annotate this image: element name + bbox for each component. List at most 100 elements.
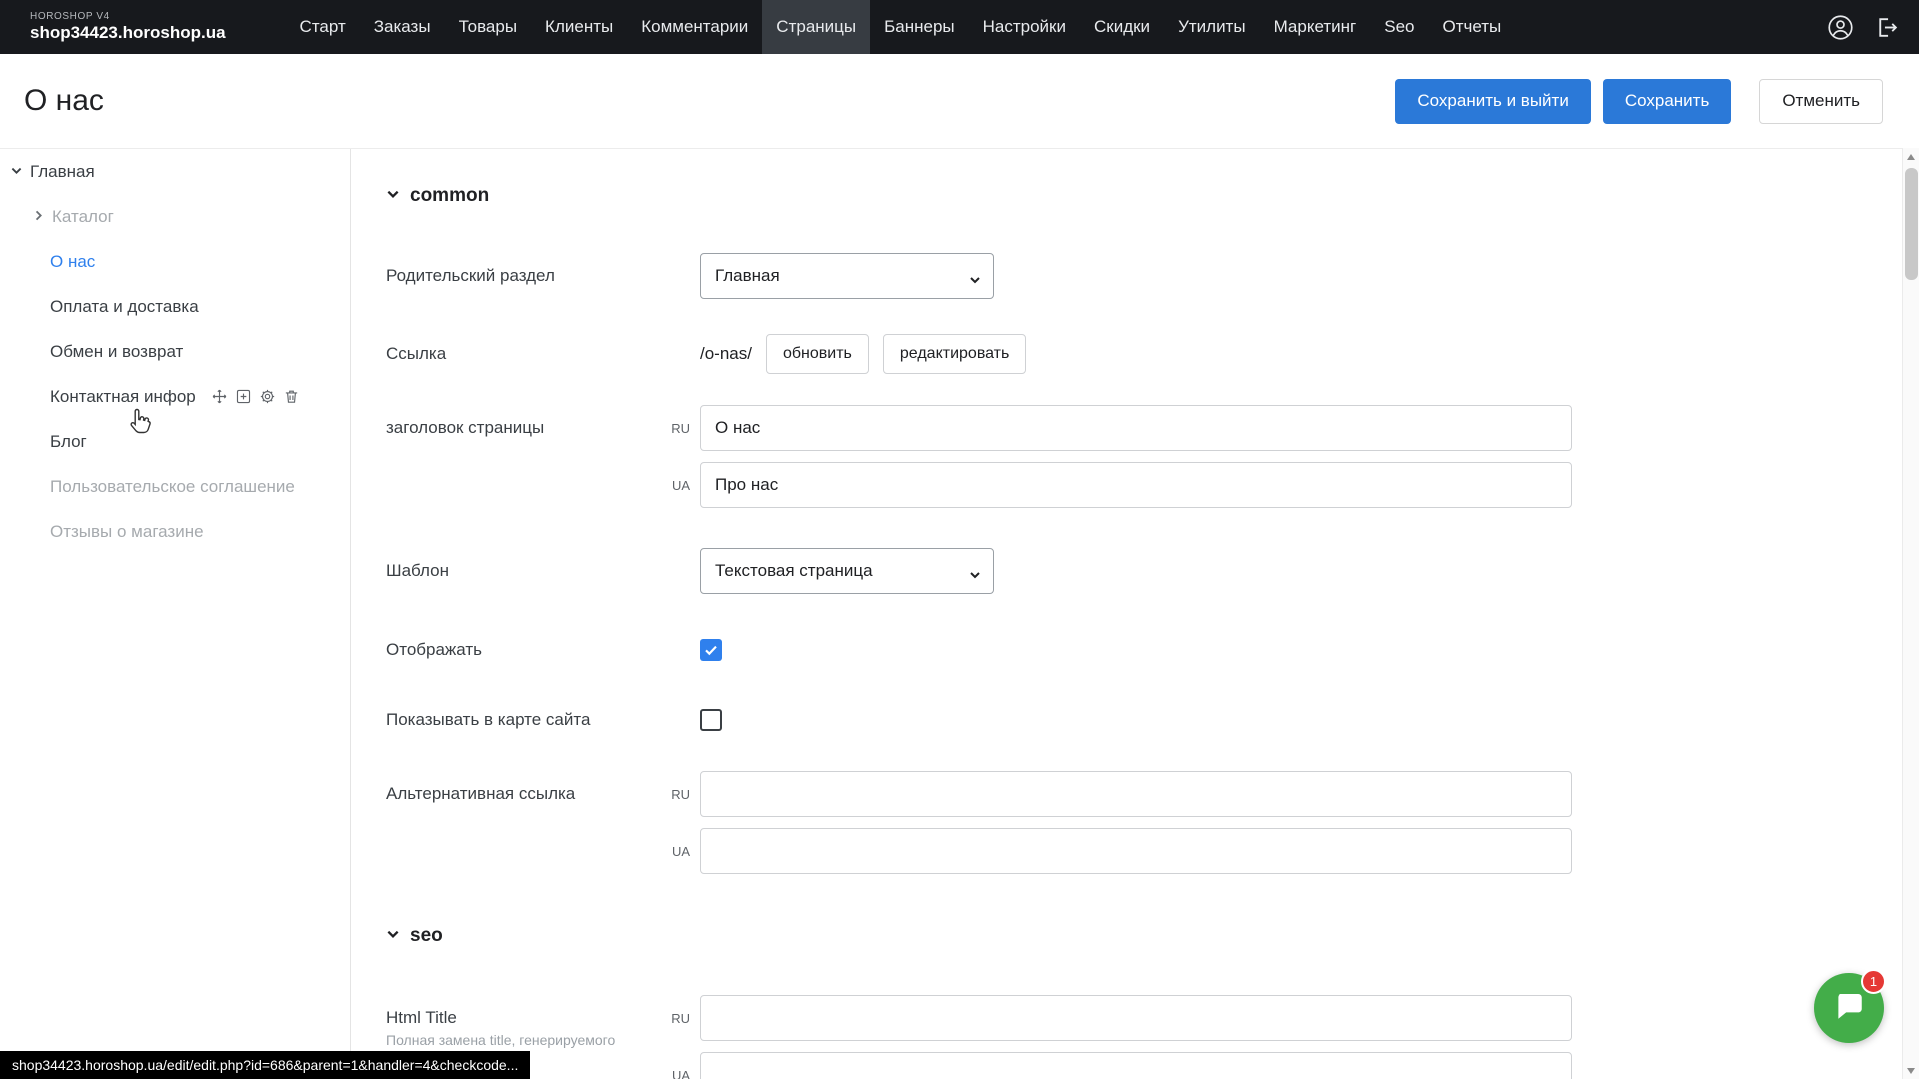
selected-value: Главная — [715, 266, 780, 286]
sidebar-item-label: Отзывы о магазине — [50, 522, 204, 542]
sidebar-item-label: Оплата и доставка — [50, 297, 199, 317]
link-update-button[interactable]: обновить — [766, 334, 869, 374]
chevron-down-icon — [10, 162, 23, 182]
cancel-button[interactable]: Отменить — [1759, 79, 1883, 124]
trash-icon[interactable] — [283, 388, 300, 405]
section-common[interactable]: common — [386, 185, 1919, 207]
chevron-right-icon — [32, 207, 45, 227]
display-label: Отображать — [386, 640, 700, 660]
html-title-ua-input[interactable] — [700, 1052, 1572, 1079]
scrollbar-thumb[interactable] — [1905, 168, 1918, 280]
sidebar-item-label: Обмен и возврат — [50, 342, 183, 362]
section-title: seo — [410, 925, 443, 947]
nav-seo[interactable]: Seo — [1370, 0, 1428, 54]
alt-link-ua-input[interactable] — [700, 828, 1572, 874]
link-edit-button[interactable]: редактировать — [883, 334, 1026, 374]
html-title-row: Html Title Полная замена title, генериру… — [386, 995, 1919, 1079]
nav-start[interactable]: Старт — [286, 0, 360, 54]
user-icon[interactable] — [1827, 14, 1854, 41]
template-row: Шаблон Текстовая страница — [386, 548, 1919, 594]
html-title-ru-input[interactable] — [700, 995, 1572, 1041]
nav-reports[interactable]: Отчеты — [1428, 0, 1515, 54]
topbar: HOROSHOP V4 shop34423.horoshop.ua Старт … — [0, 0, 1919, 54]
page-title-label: заголовок страницы — [386, 405, 700, 451]
nav-clients[interactable]: Клиенты — [531, 0, 627, 54]
sidebar-item-payment[interactable]: Оплата и доставка — [0, 284, 350, 329]
alt-link-ru-input[interactable] — [700, 771, 1572, 817]
sitemap-row: Показывать в карте сайта — [386, 709, 1919, 731]
link-value: /o-nas/ — [700, 344, 752, 364]
nav-orders[interactable]: Заказы — [360, 0, 445, 54]
topbar-icons — [1827, 0, 1899, 54]
logout-icon[interactable] — [1874, 15, 1899, 40]
chat-widget-button[interactable]: 1 — [1814, 973, 1884, 1043]
sidebar-item-main[interactable]: Главная — [0, 149, 350, 194]
top-nav: Старт Заказы Товары Клиенты Комментарии … — [286, 0, 1516, 54]
html-title-ua-wrap: UA — [700, 1052, 1572, 1079]
nav-pages[interactable]: Страницы — [762, 0, 870, 54]
nav-settings[interactable]: Настройки — [969, 0, 1080, 54]
lang-ua-tag: UA — [664, 1052, 690, 1079]
template-label: Шаблон — [386, 561, 700, 581]
sidebar-item-contacts[interactable]: Контактная инфор — [0, 374, 350, 419]
sitemap-label: Показывать в карте сайта — [386, 710, 700, 730]
tree-item-actions — [211, 388, 300, 405]
chevron-down-icon — [969, 271, 981, 291]
scroll-up-icon[interactable] — [1903, 148, 1919, 165]
html-title-fields: RU UA — [700, 995, 1572, 1079]
save-exit-button[interactable]: Сохранить и выйти — [1395, 79, 1590, 124]
page-title: О нас — [24, 84, 104, 118]
sidebar-item-label: Контактная инфор — [50, 387, 196, 407]
sidebar-item-label: Каталог — [52, 207, 114, 227]
html-title-label: Html Title — [386, 1007, 700, 1029]
sidebar-item-blog[interactable]: Блог — [0, 419, 350, 464]
scroll-down-icon[interactable] — [1903, 1062, 1919, 1079]
display-row: Отображать — [386, 639, 1919, 661]
html-title-label-stack: Html Title Полная замена title, генериру… — [386, 995, 700, 1049]
gear-icon[interactable] — [259, 388, 276, 405]
display-checkbox[interactable] — [700, 639, 722, 661]
add-icon[interactable] — [235, 388, 252, 405]
brand[interactable]: HOROSHOP V4 shop34423.horoshop.ua — [30, 0, 226, 54]
sidebar-item-label: Главная — [30, 162, 95, 182]
section-title: common — [410, 185, 489, 207]
page-title-ru-input[interactable] — [700, 405, 1572, 451]
parent-section-row: Родительский раздел Главная — [386, 253, 1919, 299]
section-seo[interactable]: seo — [386, 925, 1919, 947]
sidebar-item-label: Пользовательское соглашение — [50, 477, 295, 497]
nav-marketing[interactable]: Маркетинг — [1260, 0, 1371, 54]
content: Главная Каталог О нас Оплата и доставка … — [0, 148, 1919, 1079]
header-actions: Сохранить и выйти Сохранить Отменить — [1395, 79, 1883, 124]
parent-section-select[interactable]: Главная — [700, 253, 994, 299]
page-title-ua-input[interactable] — [700, 462, 1572, 508]
save-button[interactable]: Сохранить — [1603, 79, 1731, 124]
brand-version: HOROSHOP V4 — [30, 11, 226, 23]
sitemap-checkbox[interactable] — [700, 709, 722, 731]
chat-bubble-icon — [1832, 989, 1866, 1028]
lang-ua-tag: UA — [664, 828, 690, 874]
sidebar-item-about[interactable]: О нас — [0, 239, 350, 284]
nav-banners[interactable]: Баннеры — [870, 0, 969, 54]
vertical-scrollbar[interactable] — [1902, 148, 1919, 1079]
nav-comments[interactable]: Комментарии — [627, 0, 762, 54]
status-url-bar: shop34423.horoshop.ua/edit/edit.php?id=6… — [0, 1051, 530, 1079]
sidebar-item-agreement[interactable]: Пользовательское соглашение — [0, 464, 350, 509]
move-icon[interactable] — [211, 388, 228, 405]
lang-ua-tag: UA — [664, 462, 690, 508]
alt-link-ru-wrap: RU — [700, 771, 1572, 817]
lang-ru-tag: RU — [664, 405, 690, 451]
brand-domain: shop34423.horoshop.ua — [30, 23, 226, 43]
sidebar-item-catalog[interactable]: Каталог — [0, 194, 350, 239]
chevron-down-icon — [969, 566, 981, 586]
page-edit-form: common Родительский раздел Главная Ссылк… — [351, 149, 1919, 1079]
alt-link-row: Альтернативная ссылка RU UA — [386, 771, 1919, 874]
nav-discounts[interactable]: Скидки — [1080, 0, 1164, 54]
sidebar-item-reviews[interactable]: Отзывы о магазине — [0, 509, 350, 554]
template-select[interactable]: Текстовая страница — [700, 548, 994, 594]
selected-value: Текстовая страница — [715, 561, 873, 581]
nav-products[interactable]: Товары — [445, 0, 531, 54]
lang-ru-tag: RU — [664, 771, 690, 817]
html-title-ru-wrap: RU — [700, 995, 1572, 1041]
nav-utilities[interactable]: Утилиты — [1164, 0, 1260, 54]
sidebar-item-exchange[interactable]: Обмен и возврат — [0, 329, 350, 374]
